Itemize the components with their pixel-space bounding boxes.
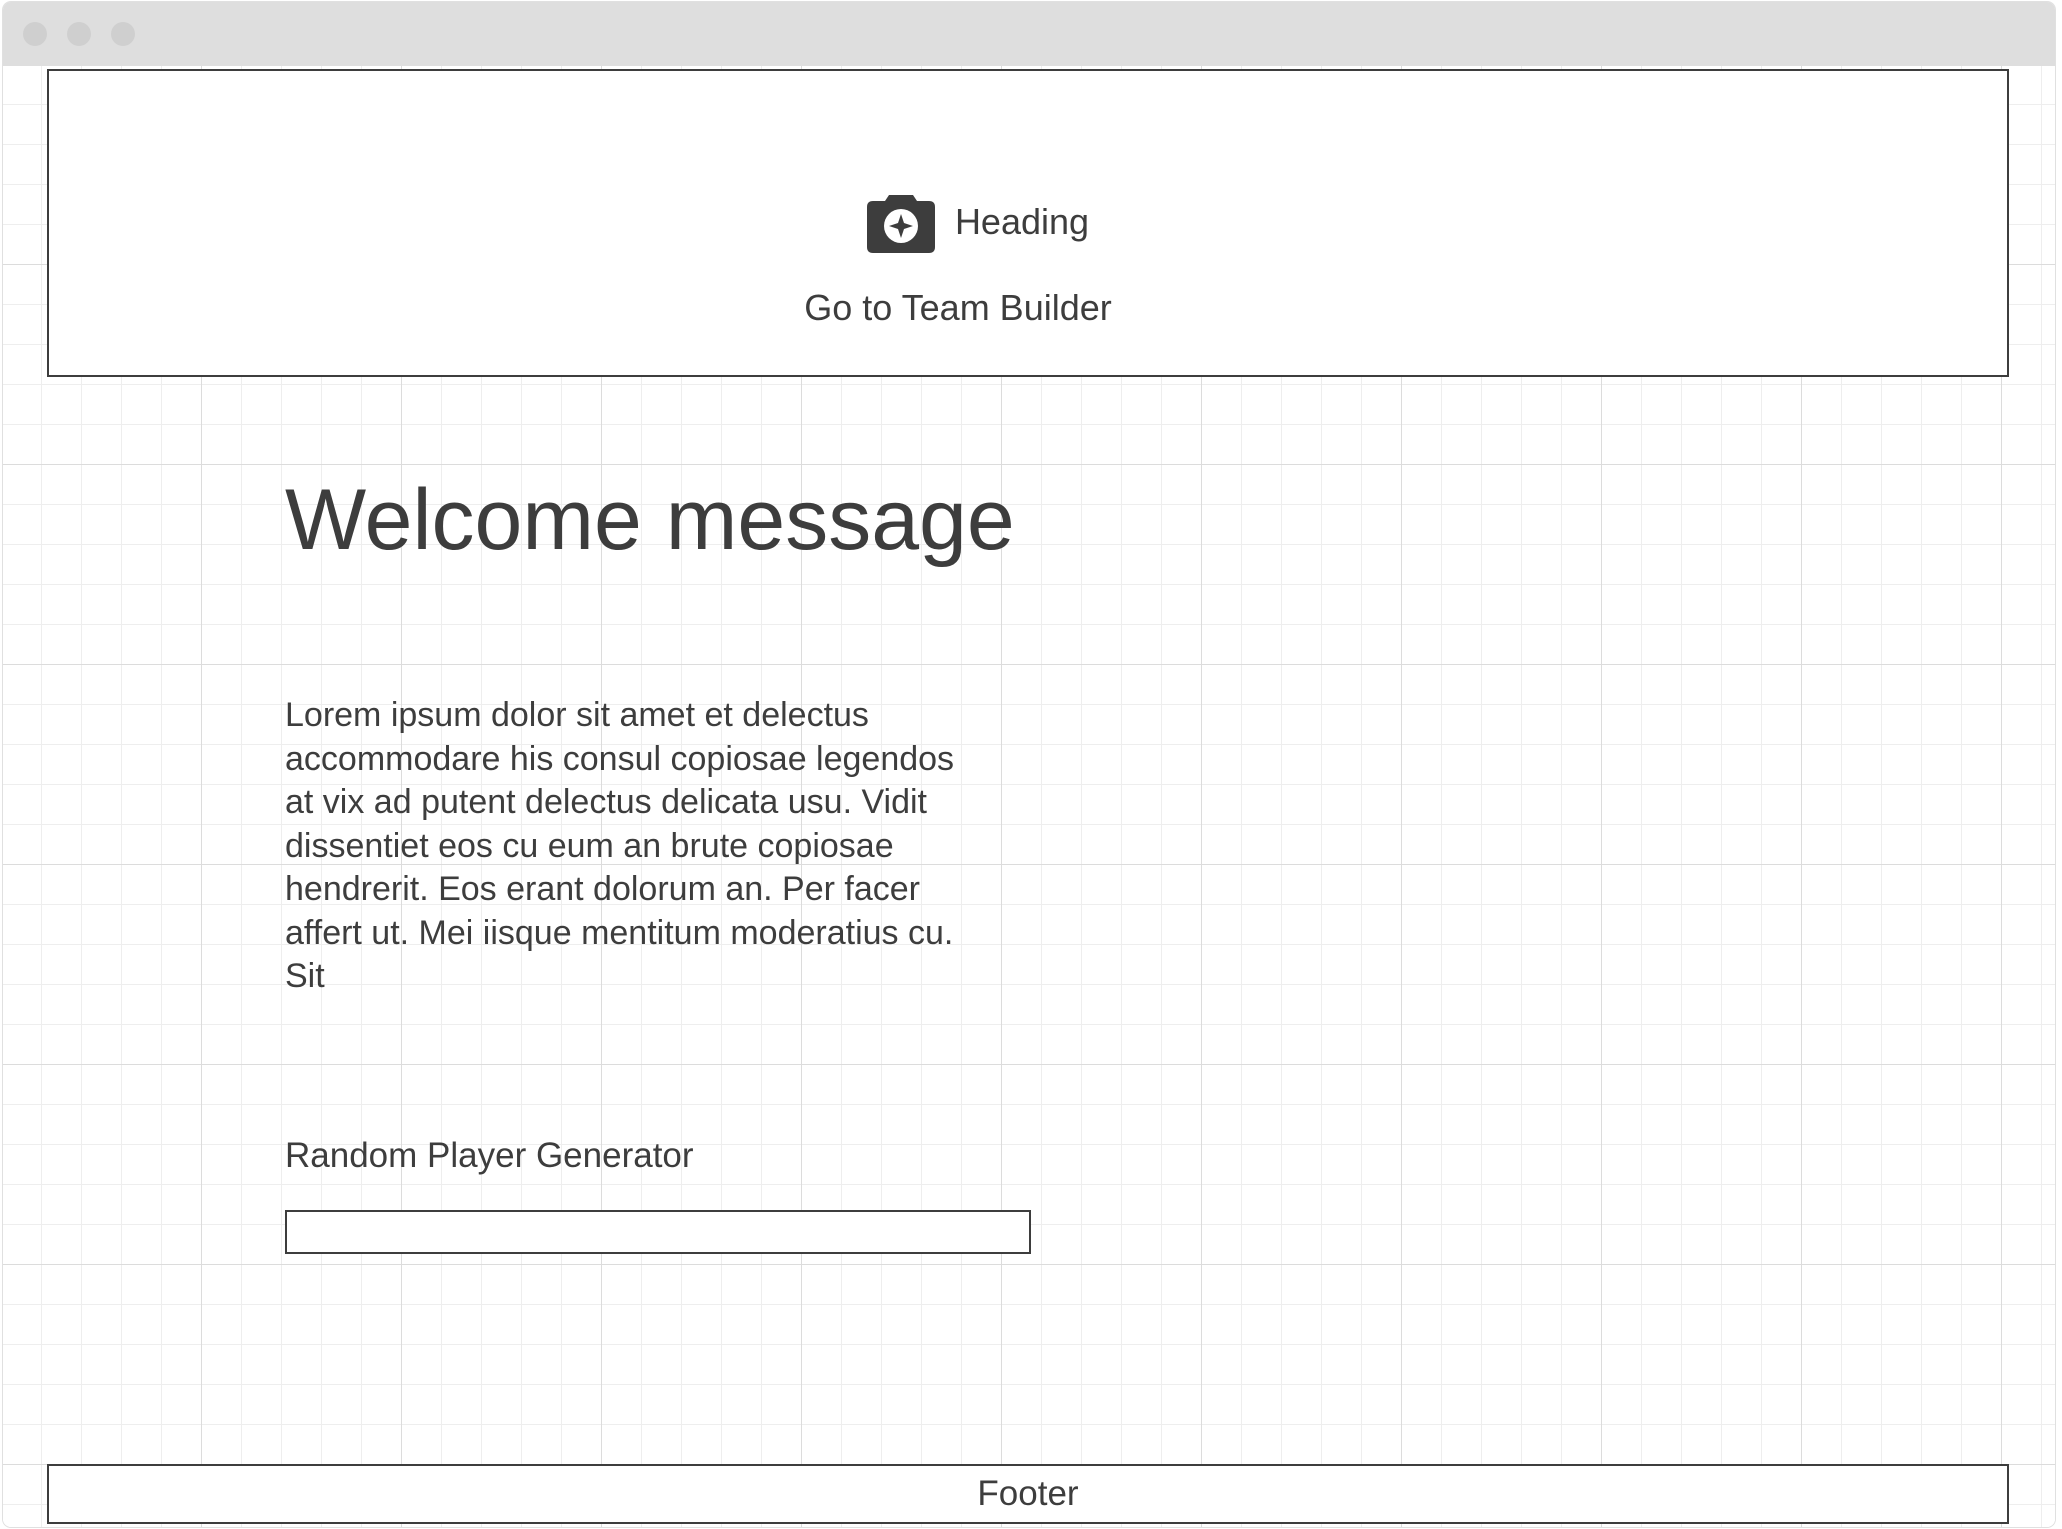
page-header: Heading Go to Team Builder [47,69,2009,377]
page-footer: Footer [47,1464,2009,1524]
random-player-generator-input[interactable] [285,1210,1031,1254]
browser-window: Heading Go to Team Builder Welcome messa… [3,2,2055,1527]
heading-text: Heading [954,201,1090,242]
footer-text: Footer [977,1474,1079,1513]
page-canvas: Heading Go to Team Builder Welcome messa… [3,66,2055,1527]
window-close-dot[interactable] [23,22,47,46]
window-titlebar [3,2,2055,66]
camera-icon [866,195,935,253]
welcome-title: Welcome message [285,472,1015,568]
window-minimize-dot[interactable] [67,22,91,46]
window-maximize-dot[interactable] [111,22,135,46]
body-paragraph: Lorem ipsum dolor sit amet et delectus a… [285,696,955,995]
team-builder-link[interactable]: Go to Team Builder [3,287,1937,329]
random-player-generator-label: Random Player Generator [285,1136,694,1175]
brand: Heading [3,189,1957,255]
